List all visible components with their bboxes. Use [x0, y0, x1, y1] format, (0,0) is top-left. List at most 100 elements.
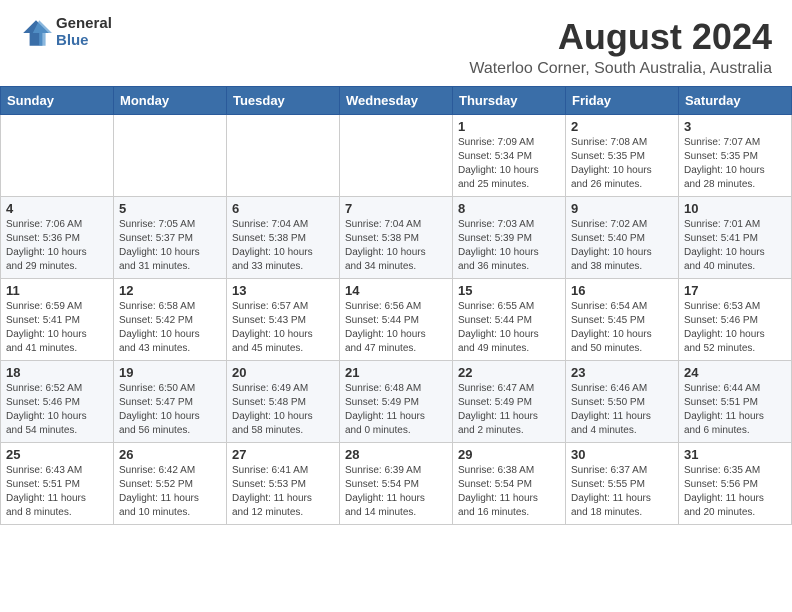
day-number: 26: [119, 447, 221, 462]
calendar-day-cell: 14Sunrise: 6:56 AMSunset: 5:44 PMDayligh…: [340, 279, 453, 361]
day-number: 17: [684, 283, 786, 298]
calendar-day-cell: [340, 115, 453, 197]
day-number: 28: [345, 447, 447, 462]
header-monday: Monday: [114, 87, 227, 115]
calendar-day-cell: 30Sunrise: 6:37 AMSunset: 5:55 PMDayligh…: [566, 443, 679, 525]
calendar-week-row: 1 Sunrise: 7:09 AMSunset: 5:34 PMDaylight…: [1, 115, 792, 197]
day-number: 21: [345, 365, 447, 380]
calendar-week-row: 4 Sunrise: 7:06 AMSunset: 5:36 PMDaylight…: [1, 197, 792, 279]
calendar-day-cell: 3Sunrise: 7:07 AMSunset: 5:35 PMDaylight…: [679, 115, 792, 197]
calendar-day-cell: 9 Sunrise: 7:02 AMSunset: 5:40 PMDaylight…: [566, 197, 679, 279]
calendar-day-cell: 10Sunrise: 7:01 AMSunset: 5:41 PMDayligh…: [679, 197, 792, 279]
day-number: 20: [232, 365, 334, 380]
weekday-header-row: Sunday Monday Tuesday Wednesday Thursday…: [1, 87, 792, 115]
day-info: Sunrise: 6:43 AMSunset: 5:51 PMDaylight:…: [6, 464, 108, 520]
calendar-day-cell: [1, 115, 114, 197]
day-info: Sunrise: 7:01 AMSunset: 5:41 PMDaylight:…: [684, 218, 786, 274]
calendar-day-cell: 25 Sunrise: 6:43 AMSunset: 5:51 PMDayligh…: [1, 443, 114, 525]
calendar-day-cell: 23 Sunrise: 6:46 AMSunset: 5:50 PMDayligh…: [566, 361, 679, 443]
day-info: Sunrise: 6:39 AMSunset: 5:54 PMDaylight:…: [345, 464, 447, 520]
calendar-day-cell: 27 Sunrise: 6:41 AMSunset: 5:53 PMDayligh…: [227, 443, 340, 525]
day-number: 1: [458, 119, 560, 134]
day-number: 11: [6, 283, 108, 298]
day-info: Sunrise: 6:50 AMSunset: 5:47 PMDaylight:…: [119, 382, 221, 438]
day-info: Sunrise: 6:41 AMSunset: 5:53 PMDaylight:…: [232, 464, 334, 520]
header-thursday: Thursday: [453, 87, 566, 115]
day-number: 2: [571, 119, 673, 134]
day-number: 9: [571, 201, 673, 216]
month-year-title: August 2024: [20, 16, 772, 58]
day-number: 25: [6, 447, 108, 462]
calendar-day-cell: 20 Sunrise: 6:49 AMSunset: 5:48 PMDayligh…: [227, 361, 340, 443]
day-number: 29: [458, 447, 560, 462]
calendar-week-row: 18 Sunrise: 6:52 AMSunset: 5:46 PMDayligh…: [1, 361, 792, 443]
day-info: Sunrise: 6:44 AMSunset: 5:51 PMDaylight:…: [684, 382, 786, 438]
calendar-day-cell: 31 Sunrise: 6:35 AMSunset: 5:56 PMDayligh…: [679, 443, 792, 525]
logo-general-text: General: [56, 16, 112, 33]
day-number: 19: [119, 365, 221, 380]
day-number: 27: [232, 447, 334, 462]
calendar-day-cell: 15 Sunrise: 6:55 AMSunset: 5:44 PMDayligh…: [453, 279, 566, 361]
day-info: Sunrise: 7:09 AMSunset: 5:34 PMDaylight:…: [458, 136, 560, 192]
day-number: 16: [571, 283, 673, 298]
calendar-day-cell: 21Sunrise: 6:48 AMSunset: 5:49 PMDayligh…: [340, 361, 453, 443]
calendar-week-row: 25 Sunrise: 6:43 AMSunset: 5:51 PMDayligh…: [1, 443, 792, 525]
day-info: Sunrise: 6:53 AMSunset: 5:46 PMDaylight:…: [684, 300, 786, 356]
calendar-day-cell: 19 Sunrise: 6:50 AMSunset: 5:47 PMDayligh…: [114, 361, 227, 443]
day-info: Sunrise: 6:52 AMSunset: 5:46 PMDaylight:…: [6, 382, 108, 438]
day-number: 22: [458, 365, 560, 380]
calendar-day-cell: 26 Sunrise: 6:42 AMSunset: 5:52 PMDayligh…: [114, 443, 227, 525]
calendar-day-cell: 7 Sunrise: 7:04 AMSunset: 5:38 PMDaylight…: [340, 197, 453, 279]
calendar-day-cell: 16 Sunrise: 6:54 AMSunset: 5:45 PMDayligh…: [566, 279, 679, 361]
day-number: 31: [684, 447, 786, 462]
day-info: Sunrise: 6:42 AMSunset: 5:52 PMDaylight:…: [119, 464, 221, 520]
day-info: Sunrise: 6:57 AMSunset: 5:43 PMDaylight:…: [232, 300, 334, 356]
day-info: Sunrise: 6:37 AMSunset: 5:55 PMDaylight:…: [571, 464, 673, 520]
calendar-day-cell: 4 Sunrise: 7:06 AMSunset: 5:36 PMDaylight…: [1, 197, 114, 279]
day-info: Sunrise: 7:02 AMSunset: 5:40 PMDaylight:…: [571, 218, 673, 274]
calendar-day-cell: 24 Sunrise: 6:44 AMSunset: 5:51 PMDayligh…: [679, 361, 792, 443]
day-info: Sunrise: 7:03 AMSunset: 5:39 PMDaylight:…: [458, 218, 560, 274]
day-info: Sunrise: 6:59 AMSunset: 5:41 PMDaylight:…: [6, 300, 108, 356]
calendar-day-cell: 13Sunrise: 6:57 AMSunset: 5:43 PMDayligh…: [227, 279, 340, 361]
calendar-day-cell: 22Sunrise: 6:47 AMSunset: 5:49 PMDayligh…: [453, 361, 566, 443]
day-info: Sunrise: 6:54 AMSunset: 5:45 PMDaylight:…: [571, 300, 673, 356]
calendar-day-cell: [114, 115, 227, 197]
header-saturday: Saturday: [679, 87, 792, 115]
calendar-day-cell: 18 Sunrise: 6:52 AMSunset: 5:46 PMDayligh…: [1, 361, 114, 443]
header-sunday: Sunday: [1, 87, 114, 115]
day-info: Sunrise: 6:46 AMSunset: 5:50 PMDaylight:…: [571, 382, 673, 438]
day-number: 7: [345, 201, 447, 216]
calendar-day-cell: 5Sunrise: 7:05 AMSunset: 5:37 PMDaylight…: [114, 197, 227, 279]
day-number: 12: [119, 283, 221, 298]
day-number: 23: [571, 365, 673, 380]
logo: General Blue: [20, 16, 112, 49]
day-number: 6: [232, 201, 334, 216]
day-info: Sunrise: 6:49 AMSunset: 5:48 PMDaylight:…: [232, 382, 334, 438]
day-info: Sunrise: 6:58 AMSunset: 5:42 PMDaylight:…: [119, 300, 221, 356]
day-number: 24: [684, 365, 786, 380]
day-info: Sunrise: 6:35 AMSunset: 5:56 PMDaylight:…: [684, 464, 786, 520]
calendar-header: August 2024 Waterloo Corner, South Austr…: [0, 0, 792, 82]
day-info: Sunrise: 7:06 AMSunset: 5:36 PMDaylight:…: [6, 218, 108, 274]
day-info: Sunrise: 7:05 AMSunset: 5:37 PMDaylight:…: [119, 218, 221, 274]
day-info: Sunrise: 7:04 AMSunset: 5:38 PMDaylight:…: [345, 218, 447, 274]
day-number: 4: [6, 201, 108, 216]
calendar-day-cell: 1 Sunrise: 7:09 AMSunset: 5:34 PMDaylight…: [453, 115, 566, 197]
day-number: 3: [684, 119, 786, 134]
calendar-table: Sunday Monday Tuesday Wednesday Thursday…: [0, 86, 792, 525]
day-info: Sunrise: 6:55 AMSunset: 5:44 PMDaylight:…: [458, 300, 560, 356]
calendar-day-cell: 11 Sunrise: 6:59 AMSunset: 5:41 PMDayligh…: [1, 279, 114, 361]
header-wednesday: Wednesday: [340, 87, 453, 115]
calendar-day-cell: 2 Sunrise: 7:08 AMSunset: 5:35 PMDaylight…: [566, 115, 679, 197]
calendar-day-cell: 17 Sunrise: 6:53 AMSunset: 5:46 PMDayligh…: [679, 279, 792, 361]
calendar-day-cell: 12 Sunrise: 6:58 AMSunset: 5:42 PMDayligh…: [114, 279, 227, 361]
day-number: 15: [458, 283, 560, 298]
header-friday: Friday: [566, 87, 679, 115]
calendar-day-cell: 28 Sunrise: 6:39 AMSunset: 5:54 PMDayligh…: [340, 443, 453, 525]
day-number: 18: [6, 365, 108, 380]
calendar-week-row: 11 Sunrise: 6:59 AMSunset: 5:41 PMDayligh…: [1, 279, 792, 361]
location-subtitle: Waterloo Corner, South Australia, Austra…: [20, 60, 772, 78]
day-info: Sunrise: 7:08 AMSunset: 5:35 PMDaylight:…: [571, 136, 673, 192]
day-info: Sunrise: 6:56 AMSunset: 5:44 PMDaylight:…: [345, 300, 447, 356]
